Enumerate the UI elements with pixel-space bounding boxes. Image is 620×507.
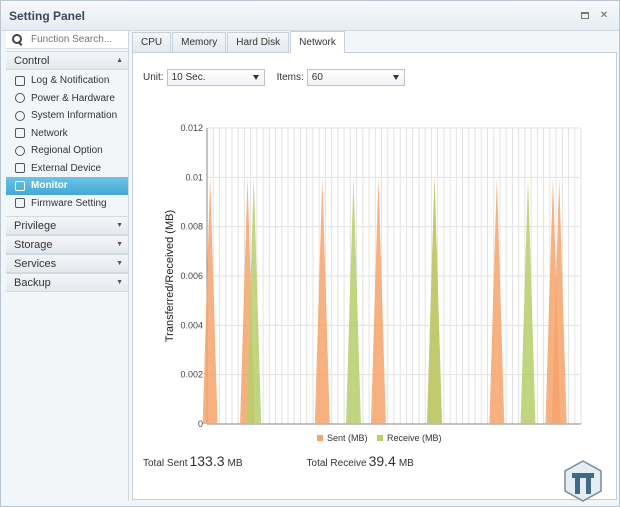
- legend-swatch: [317, 435, 323, 441]
- section-control[interactable]: Control ▲: [6, 51, 128, 70]
- legend-receive: Receive (MB): [387, 433, 442, 443]
- totals-row: Total Sent 133.3 MB Total Receive 39.4 M…: [143, 453, 613, 469]
- sidebar-item-label: External Device: [31, 162, 102, 174]
- tab-memory[interactable]: Memory: [172, 32, 227, 52]
- chevron-down-icon: ▼: [116, 279, 123, 286]
- sidebar-item-label: Network: [31, 127, 68, 139]
- total-receive-unit: MB: [398, 458, 414, 469]
- function-search-input[interactable]: [31, 34, 121, 45]
- sidebar-item-firmware-setting[interactable]: Firmware Setting: [6, 195, 128, 213]
- section-label: Control: [14, 54, 50, 67]
- function-search: [6, 31, 128, 49]
- sidebar: Control ▲ Log & Notification Power & Har…: [6, 31, 129, 501]
- items-select[interactable]: 60: [306, 69, 405, 86]
- chart-toolbar: Unit: 10 Sec. Items: 60: [143, 69, 405, 86]
- chevron-down-icon: ▼: [116, 241, 123, 248]
- section-label: Storage: [14, 238, 53, 251]
- title-bar: Setting Panel ✕: [1, 1, 619, 31]
- sent-spike: [202, 177, 218, 424]
- total-receive-label: Total Receive: [306, 458, 367, 469]
- sidebar-item-network[interactable]: Network: [6, 125, 128, 143]
- tab-hard-disk[interactable]: Hard Disk: [227, 32, 290, 52]
- sidebar-item-label: Power & Hardware: [31, 92, 115, 104]
- monitor-tabs: CPU Memory Hard Disk Network: [132, 31, 617, 53]
- sidebar-item-power-hardware[interactable]: Power & Hardware: [6, 90, 128, 108]
- y-tick-label: 0.002: [180, 370, 203, 380]
- window-title: Setting Panel: [9, 8, 86, 23]
- monitor-icon: [15, 180, 25, 191]
- info-icon: [15, 110, 25, 121]
- firmware-icon: [15, 198, 25, 209]
- network-chart: 0 0.002 0.004 0.006 0.008 0.01 0.012 Transferre…: [164, 123, 582, 443]
- usb-icon: [15, 163, 25, 174]
- setting-panel-window: Setting Panel ✕ Control ▲ Log & Notifica…: [0, 0, 620, 507]
- chevron-down-icon: ▼: [116, 222, 123, 229]
- unit-label: Unit:: [143, 72, 164, 83]
- sidebar-item-log-notification[interactable]: Log & Notification: [6, 72, 128, 90]
- section-privilege[interactable]: Privilege ▼: [6, 216, 128, 235]
- receive-spike: [427, 177, 442, 424]
- tab-cpu[interactable]: CPU: [132, 32, 172, 52]
- tab-network[interactable]: Network: [290, 31, 345, 53]
- total-sent-unit: MB: [227, 458, 243, 469]
- maximize-icon[interactable]: [581, 11, 589, 19]
- sidebar-item-label: Regional Option: [31, 145, 103, 157]
- receive-spike: [520, 177, 536, 424]
- sidebar-item-label: Log & Notification: [31, 75, 110, 87]
- search-icon: [12, 34, 23, 45]
- dropdown-arrow-icon: [392, 75, 399, 80]
- section-label: Services: [14, 257, 57, 270]
- items-label: Items:: [276, 72, 304, 83]
- total-sent-label: Total Sent: [143, 458, 188, 469]
- sidebar-item-system-information[interactable]: System Information: [6, 107, 128, 125]
- section-storage[interactable]: Storage ▼: [6, 235, 128, 254]
- watermark-logo: [564, 460, 602, 502]
- items-value: 60: [311, 72, 323, 83]
- y-tick-label: 0.01: [185, 172, 203, 182]
- network-icon: [15, 128, 25, 139]
- section-label: Backup: [14, 276, 51, 289]
- monitor-content: CPU Memory Hard Disk Network Unit: 10 Se…: [132, 31, 617, 502]
- legend-sent: Sent (MB): [327, 433, 368, 443]
- section-backup[interactable]: Backup ▼: [6, 273, 128, 292]
- sidebar-item-label: System Information: [31, 110, 118, 122]
- total-sent-value: 133.3: [189, 453, 225, 469]
- section-label: Privilege: [14, 219, 57, 232]
- y-tick-label: 0: [198, 419, 203, 429]
- unit-value: 10 Sec.: [171, 72, 206, 83]
- chevron-up-icon: ▲: [116, 57, 123, 64]
- network-panel: Unit: 10 Sec. Items: 60 0 0.002 0.004 0.006…: [132, 53, 617, 502]
- power-icon: [15, 93, 25, 104]
- y-tick-label: 0.012: [180, 123, 203, 133]
- unit-select[interactable]: 10 Sec.: [166, 69, 265, 86]
- sidebar-item-label: Firmware Setting: [31, 197, 107, 209]
- dropdown-arrow-icon: [252, 75, 259, 80]
- globe-icon: [15, 145, 25, 156]
- sidebar-item-label: Monitor: [31, 180, 68, 192]
- sent-spike: [489, 177, 505, 424]
- y-tick-label: 0.004: [180, 320, 203, 330]
- y-tick-label: 0.006: [180, 271, 203, 281]
- total-receive-value: 39.4: [368, 453, 396, 469]
- y-axis-label: Transferred/Received (MB): [164, 210, 176, 342]
- control-items: Log & Notification Power & Hardware Syst…: [6, 70, 128, 216]
- sidebar-item-external-device[interactable]: External Device: [6, 160, 128, 178]
- sent-spike: [314, 177, 330, 424]
- close-icon[interactable]: ✕: [599, 10, 609, 21]
- legend-swatch: [377, 435, 383, 441]
- checklist-icon: [15, 75, 25, 86]
- sent-spike: [370, 177, 386, 424]
- y-tick-label: 0.008: [180, 222, 203, 232]
- section-services[interactable]: Services ▼: [6, 254, 128, 273]
- chevron-down-icon: ▼: [116, 260, 123, 267]
- sidebar-item-monitor[interactable]: Monitor: [6, 177, 128, 195]
- receive-spike: [346, 177, 361, 424]
- sidebar-item-regional-option[interactable]: Regional Option: [6, 142, 128, 160]
